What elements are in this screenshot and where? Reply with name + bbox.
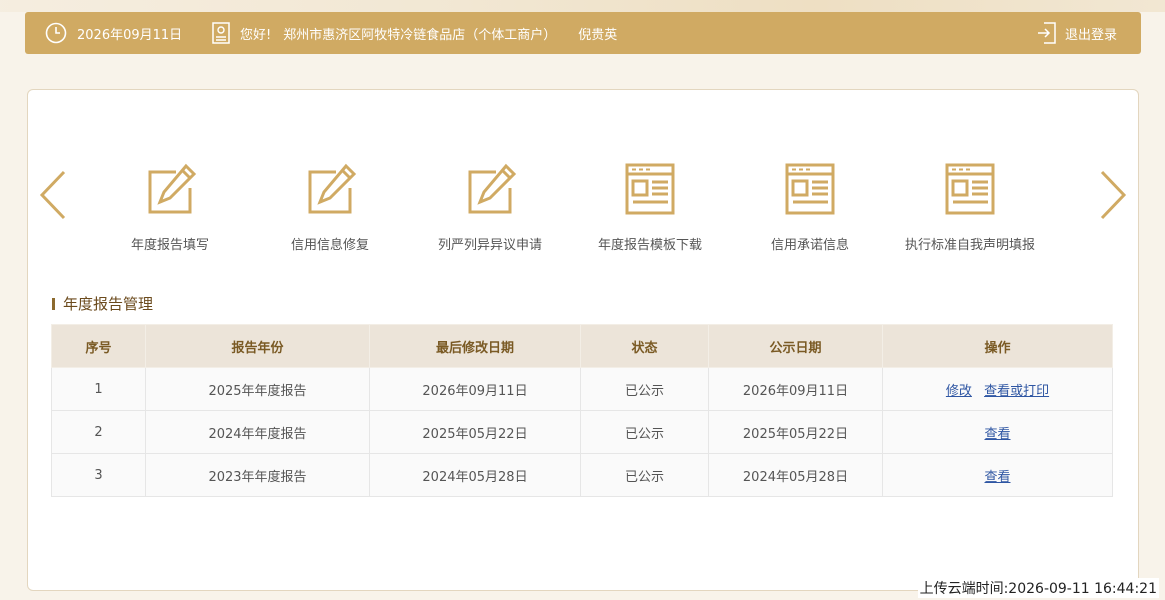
status: 已公示 [580,453,709,497]
section-title-text: 年度报告管理 [63,295,154,313]
greeting-text: 您好! [240,27,272,43]
column-header: 公示日期 [708,324,883,368]
logout-label: 退出登录 [1064,27,1117,43]
chevron-right-icon [1100,170,1127,220]
func-label: 年度报告填写 [130,238,209,253]
modified-date: 2026年09月11日 [369,367,581,411]
report-year: 2024年年度报告 [145,410,370,454]
edit-link[interactable]: 修改 [946,384,972,399]
row-number: 3 [51,453,146,497]
func-annual-report-fill[interactable]: 年度报告填写 [90,162,250,253]
table-row: 2 2024年年度报告 2025年05月22日 已公示 2025年05月22日 … [51,410,1113,454]
user-name: 倪贵英 [578,27,618,43]
main-panel: 年度报告填写 信用信息修复 列严列异异议申请 年度报告模板下载 信用承诺信息 执… [27,89,1139,591]
logout-icon [1037,22,1057,44]
top-decoration [0,0,1165,12]
edit-icon [302,162,358,218]
carousel-next-button[interactable] [1098,170,1128,224]
func-label: 信用信息修复 [290,238,369,253]
view-or-print-link[interactable]: 查看或打印 [984,384,1049,399]
published-date: 2025年05月22日 [708,410,883,454]
status: 已公示 [580,410,709,454]
column-header: 序号 [51,324,146,368]
shop-name: 郑州市惠济区阿牧特冷链食品店（个体工商户） [283,27,557,43]
report-year: 2023年年度报告 [145,453,370,497]
table-row: 1 2025年年度报告 2026年09月11日 已公示 2026年09月11日 … [51,367,1113,411]
func-standard-declaration[interactable]: 执行标准自我声明填报 [890,162,1050,253]
func-label: 信用承诺信息 [770,238,849,253]
document-icon [622,162,678,218]
actions-cell: 修改 查看或打印 [882,367,1113,411]
annual-report-table: 序号 报告年份 最后修改日期 状态 公示日期 操作 1 2025年年度报告 20… [51,324,1113,497]
top-header-bar: 2026年09月11日 您好! 郑州市惠济区阿牧特冷链食品店（个体工商户） 倪贵… [25,12,1141,54]
func-label: 年度报告模板下载 [597,238,702,253]
upload-timestamp: 上传云端时间:2026-09-11 16:44:21 [917,578,1159,598]
published-date: 2024年05月28日 [708,453,883,497]
report-year: 2025年年度报告 [145,367,370,411]
published-date: 2026年09月11日 [708,367,883,411]
view-link[interactable]: 查看 [984,470,1010,485]
view-link[interactable]: 查看 [984,427,1010,442]
header-greeting: 您好! 郑州市惠济区阿牧特冷链食品店（个体工商户） 倪贵英 [211,12,617,54]
column-header: 报告年份 [145,324,370,368]
func-label: 执行标准自我声明填报 [904,238,1035,253]
row-number: 1 [51,367,146,411]
edit-icon [142,162,198,218]
status: 已公示 [580,367,709,411]
table-row: 3 2023年年度报告 2024年05月28日 已公示 2024年05月28日 … [51,453,1113,497]
func-template-download[interactable]: 年度报告模板下载 [570,162,730,253]
table-header-row: 序号 报告年份 最后修改日期 状态 公示日期 操作 [51,324,1113,368]
header-date: 2026年09月11日 [45,12,182,54]
func-credit-commitment[interactable]: 信用承诺信息 [730,162,890,253]
func-objection-application[interactable]: 列严列异异议申请 [410,162,570,253]
carousel-prev-button[interactable] [38,170,68,224]
modified-date: 2024年05月28日 [369,453,581,497]
actions-cell: 查看 [882,410,1113,454]
user-card-icon [211,22,231,44]
chevron-left-icon [39,170,66,220]
edit-icon [462,162,518,218]
actions-cell: 查看 [882,453,1113,497]
logout-button[interactable]: 退出登录 [1029,12,1117,54]
section-title-marker [52,297,55,310]
row-number: 2 [51,410,146,454]
modified-date: 2025年05月22日 [369,410,581,454]
func-credit-repair[interactable]: 信用信息修复 [250,162,410,253]
column-header: 状态 [580,324,709,368]
clock-icon [45,22,67,44]
document-icon [942,162,998,218]
header-date-text: 2026年09月11日 [77,27,183,43]
column-header: 最后修改日期 [369,324,581,368]
func-label: 列严列异异议申请 [437,238,542,253]
column-header: 操作 [882,324,1113,368]
document-icon [782,162,838,218]
section-title: 年度报告管理 [52,293,153,314]
